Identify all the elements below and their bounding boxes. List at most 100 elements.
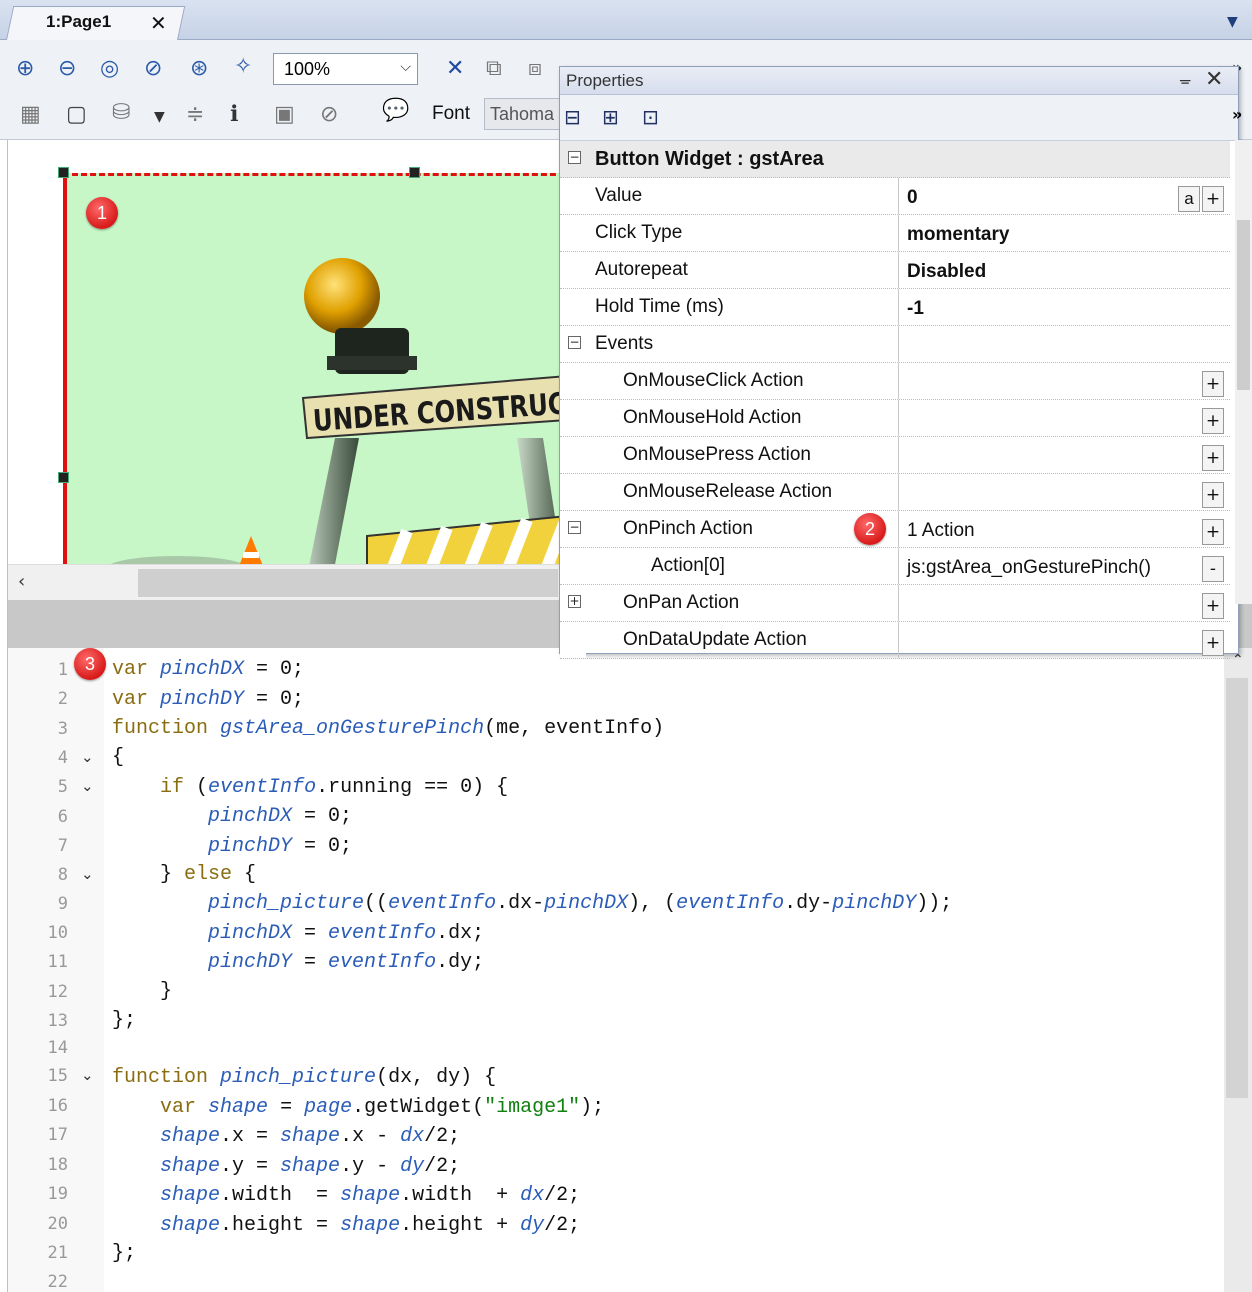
- code-line: };: [112, 1242, 137, 1265]
- property-value[interactable]: Disabled: [900, 252, 1230, 288]
- property-name: OnPinch Action: [587, 511, 899, 547]
- remove-action-button[interactable]: -: [1202, 556, 1224, 582]
- property-row-onmousepress[interactable]: OnMousePress Action +: [560, 437, 1230, 474]
- scroll-thumb[interactable]: [1226, 678, 1248, 1098]
- property-value[interactable]: [900, 585, 1230, 621]
- property-row-hold-time[interactable]: Hold Time (ms) -1: [560, 289, 1230, 326]
- scroll-left-icon[interactable]: ‹: [18, 571, 25, 592]
- line-number: 8: [57, 865, 68, 885]
- property-row-value[interactable]: Value 0 a +: [560, 178, 1230, 215]
- property-value[interactable]: [900, 622, 1230, 658]
- editor-vertical-scrollbar[interactable]: ⌃: [1224, 648, 1252, 1292]
- property-pages-icon[interactable]: ⊡: [642, 105, 659, 129]
- paste-icon[interactable]: ⧈: [528, 56, 542, 82]
- gesture-area-widget[interactable]: UNDER CONSTRUCTION: [58, 167, 560, 564]
- overflow-icon[interactable]: »: [1232, 105, 1242, 124]
- property-value[interactable]: -1: [900, 289, 1230, 325]
- pin-icon[interactable]: ᚚ: [1180, 71, 1190, 89]
- add-action-button[interactable]: +: [1202, 519, 1224, 545]
- property-row-onpan[interactable]: + OnPan Action +: [560, 585, 1230, 622]
- resize-handle-top-left[interactable]: [58, 167, 69, 178]
- tab-list-dropdown-icon[interactable]: ▼: [1227, 14, 1238, 30]
- script-editor[interactable]: 1 2 3 4 5 6 7 8 9 10 11 12 13 14 15 16 1…: [8, 648, 1252, 1292]
- font-family-select[interactable]: Tahoma: [484, 98, 564, 130]
- zoom-fit-icon[interactable]: ⊘: [144, 56, 162, 82]
- zoom-in-icon[interactable]: ⊕: [16, 56, 34, 82]
- property-name: OnMouseRelease Action: [587, 474, 899, 510]
- collapse-icon[interactable]: −: [568, 336, 581, 349]
- add-action-button[interactable]: +: [1202, 445, 1224, 471]
- property-row-onmouserelease[interactable]: OnMouseRelease Action +: [560, 474, 1230, 511]
- align-icon[interactable]: ≑: [186, 102, 204, 128]
- property-row-events[interactable]: − Events: [560, 326, 1230, 363]
- line-number: 20: [47, 1214, 68, 1234]
- code-line: var pinchDY = 0;: [112, 688, 305, 711]
- grid-icon[interactable]: ▦: [20, 102, 41, 128]
- info-icon[interactable]: ℹ: [230, 102, 238, 128]
- collapse-icon[interactable]: −: [568, 151, 581, 164]
- zoom-out-icon[interactable]: ⊖: [58, 56, 76, 82]
- property-value[interactable]: [900, 363, 1230, 399]
- property-value[interactable]: momentary: [900, 215, 1230, 251]
- fold-toggle-icon[interactable]: ⌄: [81, 865, 94, 883]
- property-value[interactable]: [900, 474, 1230, 510]
- collapse-icon[interactable]: −: [568, 521, 581, 534]
- close-icon[interactable]: ✕: [1205, 67, 1223, 92]
- fold-toggle-icon[interactable]: ⌄: [81, 748, 94, 766]
- delete-icon[interactable]: ✕: [446, 56, 464, 82]
- tooltip-icon[interactable]: 💬: [382, 98, 409, 124]
- magic-zoom-icon[interactable]: ✧: [234, 54, 252, 80]
- property-row-onpinch[interactable]: − OnPinch Action 1 Action + 2: [560, 511, 1230, 548]
- add-action-button[interactable]: +: [1202, 482, 1224, 508]
- zoom-level-select[interactable]: 100% ⌵: [273, 53, 418, 85]
- under-construction-picture: UNDER CONSTRUCTION: [111, 258, 560, 564]
- tab-page1-label[interactable]: 1:Page1: [46, 12, 111, 32]
- zoom-page-icon[interactable]: ◎: [100, 56, 119, 82]
- property-group-header[interactable]: − Button Widget : gstArea: [560, 141, 1230, 178]
- properties-vertical-scrollbar[interactable]: [1235, 140, 1252, 604]
- scroll-thumb[interactable]: [1237, 220, 1250, 390]
- property-row-autorepeat[interactable]: Autorepeat Disabled: [560, 252, 1230, 289]
- add-action-button[interactable]: +: [1202, 408, 1224, 434]
- alphabetical-view-icon[interactable]: ⊞: [602, 105, 619, 129]
- copy-icon[interactable]: ⧉: [486, 56, 502, 82]
- code-line: } else {: [112, 863, 257, 886]
- scroll-thumb[interactable]: [138, 569, 558, 597]
- disabled-icon[interactable]: ⊘: [320, 102, 338, 128]
- property-row-click-type[interactable]: Click Type momentary: [560, 215, 1230, 252]
- property-value[interactable]: [900, 437, 1230, 473]
- fill-dropdown-icon[interactable]: ▼: [154, 104, 165, 130]
- line-number: 3: [57, 719, 68, 739]
- property-value[interactable]: 1 Action: [900, 511, 1230, 547]
- add-button[interactable]: +: [1202, 186, 1224, 212]
- property-value[interactable]: [900, 400, 1230, 436]
- property-row-onmouseclick[interactable]: OnMouseClick Action +: [560, 363, 1230, 400]
- property-row-action-0[interactable]: Action[0] js:gstArea_onGesturePinch() -: [560, 548, 1230, 585]
- add-action-button[interactable]: +: [1202, 593, 1224, 619]
- fold-toggle-icon[interactable]: ⌄: [81, 777, 94, 795]
- resize-handle-left[interactable]: [58, 472, 69, 483]
- add-action-button[interactable]: +: [1202, 371, 1224, 397]
- expand-icon[interactable]: +: [568, 595, 581, 608]
- fill-color-icon[interactable]: ⛁: [112, 100, 130, 126]
- callout-badge-1: 1: [86, 197, 118, 229]
- line-number: 2: [57, 689, 68, 709]
- frame-icon[interactable]: ▢: [66, 102, 87, 128]
- canvas-horizontal-scrollbar[interactable]: ‹: [8, 564, 560, 600]
- tab-close-icon[interactable]: ✕: [150, 11, 167, 35]
- resize-handle-top[interactable]: [409, 167, 420, 178]
- page-canvas[interactable]: UNDER CONSTRUCTION 1: [8, 140, 560, 564]
- properties-toolbar: ⊟ ⊞ ⊡ »: [560, 95, 1242, 141]
- left-panel-border: [0, 40, 8, 1292]
- property-row-ondataupdate[interactable]: OnDataUpdate Action +: [560, 622, 1230, 659]
- property-name: OnMouseClick Action: [587, 363, 899, 399]
- line-number: 11: [47, 952, 68, 972]
- add-action-button[interactable]: +: [1202, 630, 1224, 656]
- property-row-onmousehold[interactable]: OnMouseHold Action +: [560, 400, 1230, 437]
- fold-toggle-icon[interactable]: ⌄: [81, 1066, 94, 1084]
- image-icon[interactable]: ▣: [274, 102, 295, 128]
- zoom-selection-icon[interactable]: ⊛: [190, 56, 208, 82]
- tag-attach-button[interactable]: a: [1178, 186, 1200, 212]
- property-value[interactable]: js:gstArea_onGesturePinch(): [900, 548, 1230, 584]
- categorized-view-icon[interactable]: ⊟: [564, 105, 581, 129]
